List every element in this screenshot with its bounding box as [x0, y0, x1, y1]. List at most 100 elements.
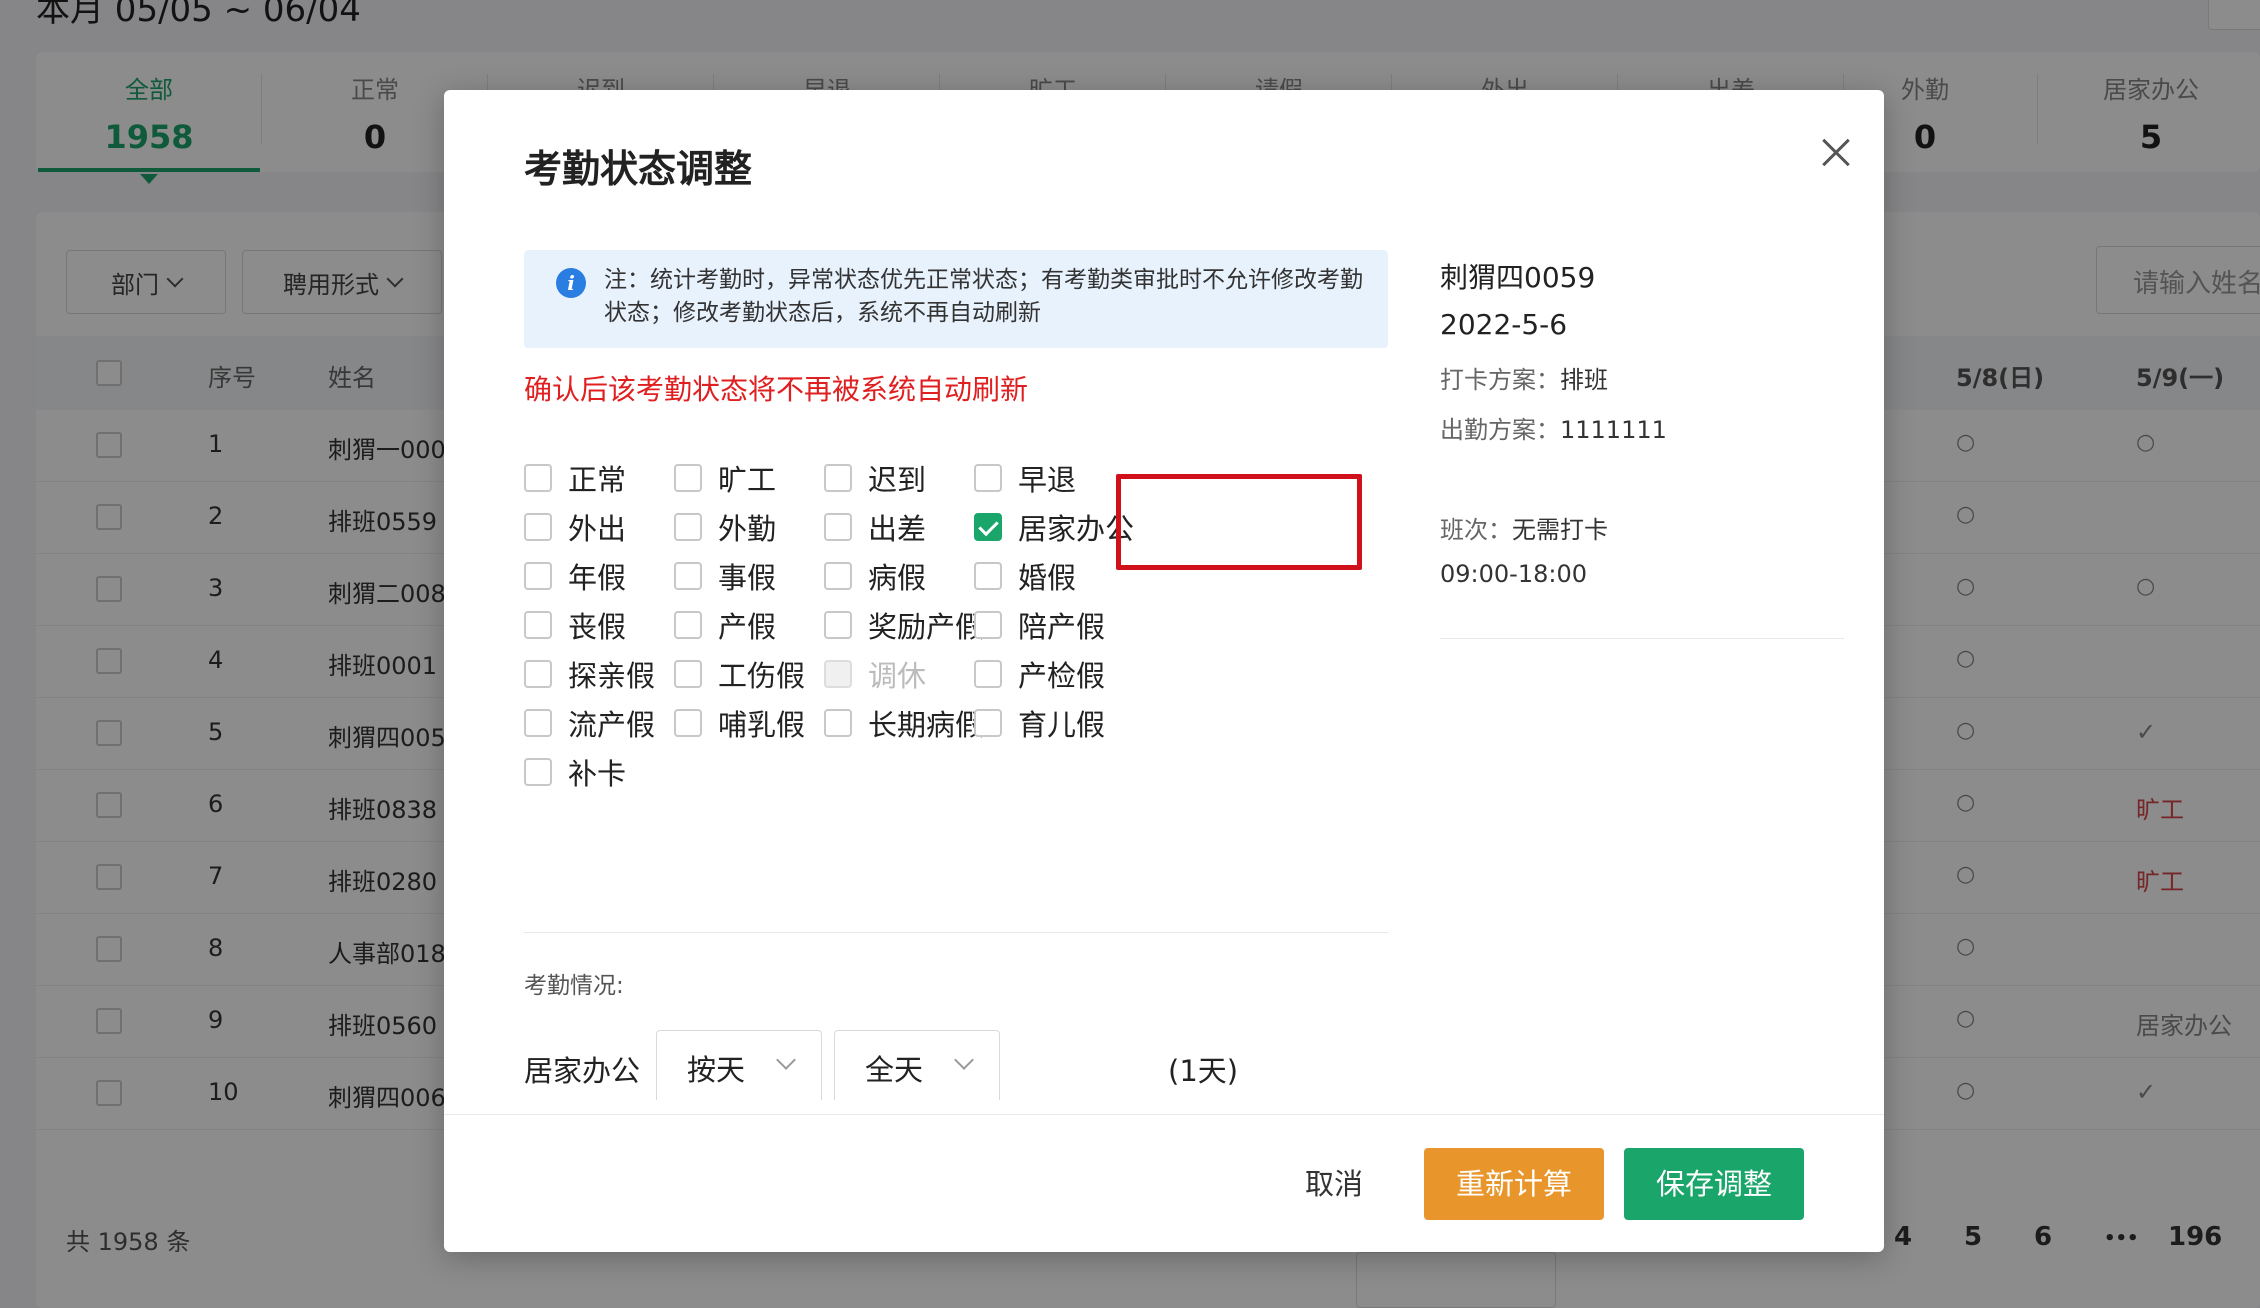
- attendance-adjust-dialog: 考勤状态调整 i 注：统计考勤时，异常状态优先正常状态；有考勤类审批时不允许修改…: [444, 90, 1884, 1252]
- status-option[interactable]: 奖励产假: [824, 603, 984, 647]
- status-option[interactable]: 事假: [674, 554, 776, 598]
- status-option-label: 正常: [568, 463, 627, 497]
- status-option-label: 补卡: [568, 757, 627, 791]
- status-option[interactable]: 迟到: [824, 456, 926, 500]
- status-option[interactable]: 旷工: [674, 456, 776, 500]
- status-option[interactable]: 外勤: [674, 505, 776, 549]
- checkbox-icon[interactable]: [974, 562, 1002, 590]
- status-option-label: 哺乳假: [718, 708, 806, 742]
- checkbox-icon[interactable]: [974, 611, 1002, 639]
- status-option[interactable]: 外出: [524, 505, 626, 549]
- status-option[interactable]: 流产假: [524, 701, 655, 745]
- checkbox-icon[interactable]: [674, 709, 702, 737]
- status-option-label: 长期病假: [868, 708, 985, 742]
- checkbox-icon[interactable]: [824, 464, 852, 492]
- checkbox-icon[interactable]: [524, 758, 552, 786]
- selection-highlight-box: [1116, 474, 1362, 570]
- status-option-label: 丧假: [568, 610, 627, 644]
- shift-info: 班次：无需打卡: [1440, 516, 1608, 544]
- clock-plan: 打卡方案：排班: [1440, 366, 1608, 394]
- close-icon[interactable]: [1814, 130, 1858, 174]
- status-option-label: 旷工: [718, 463, 777, 497]
- checkbox-icon[interactable]: [974, 660, 1002, 688]
- period-select[interactable]: 全天: [834, 1030, 1000, 1100]
- checkbox-icon[interactable]: [524, 464, 552, 492]
- checkbox-icon[interactable]: [524, 709, 552, 737]
- status-option[interactable]: 年假: [524, 554, 626, 598]
- cancel-button[interactable]: 取消: [1264, 1148, 1404, 1220]
- checkbox-icon[interactable]: [674, 513, 702, 541]
- status-option-label: 产假: [718, 610, 777, 644]
- checkbox-icon[interactable]: [524, 513, 552, 541]
- status-option-label: 工伤假: [718, 659, 806, 693]
- info-icon: i: [556, 268, 586, 298]
- footer-divider: [444, 1114, 1884, 1115]
- status-option-label: 病假: [868, 561, 927, 595]
- status-option-label: 育儿假: [1018, 708, 1106, 742]
- status-option-label: 调休: [868, 659, 927, 693]
- status-option[interactable]: 长期病假: [824, 701, 984, 745]
- status-option-label: 出差: [868, 512, 927, 546]
- status-option[interactable]: 居家办公: [974, 505, 1134, 549]
- checkbox-icon[interactable]: [524, 562, 552, 590]
- checkbox-icon[interactable]: [824, 513, 852, 541]
- status-option-label: 年假: [568, 561, 627, 595]
- status-option-label: 奖励产假: [868, 610, 985, 644]
- status-option[interactable]: 正常: [524, 456, 626, 500]
- divider: [524, 932, 1388, 933]
- status-option-label: 探亲假: [568, 659, 656, 693]
- attendance-days: (1天): [1168, 1054, 1239, 1088]
- checkbox-icon[interactable]: [974, 464, 1002, 492]
- checkbox-icon[interactable]: [824, 611, 852, 639]
- checkbox-icon[interactable]: [674, 562, 702, 590]
- checkbox-icon: [824, 660, 852, 688]
- notice-banner: i 注：统计考勤时，异常状态优先正常状态；有考勤类审批时不允许修改考勤状态；修改…: [524, 250, 1388, 348]
- attendance-section-label: 考勤情况:: [524, 973, 624, 999]
- status-option[interactable]: 早退: [974, 456, 1076, 500]
- recalculate-button[interactable]: 重新计算: [1424, 1148, 1604, 1220]
- status-option-label: 事假: [718, 561, 777, 595]
- status-option[interactable]: 探亲假: [524, 652, 655, 696]
- status-option[interactable]: 陪产假: [974, 603, 1105, 647]
- status-option-label: 陪产假: [1018, 610, 1106, 644]
- checkbox-icon[interactable]: [524, 660, 552, 688]
- unit-select[interactable]: 按天: [656, 1030, 822, 1100]
- status-option[interactable]: 产检假: [974, 652, 1105, 696]
- status-option[interactable]: 婚假: [974, 554, 1076, 598]
- status-option[interactable]: 工伤假: [674, 652, 805, 696]
- status-option: 调休: [824, 652, 926, 696]
- status-option-label: 早退: [1018, 463, 1077, 497]
- status-option[interactable]: 出差: [824, 505, 926, 549]
- status-option-label: 迟到: [868, 463, 927, 497]
- dialog-title: 考勤状态调整: [524, 147, 753, 191]
- attendance-type-label: 居家办公: [524, 1054, 641, 1088]
- checkbox-icon[interactable]: [674, 611, 702, 639]
- status-option[interactable]: 补卡: [524, 750, 626, 794]
- attendance-plan: 出勤方案：1111111: [1440, 416, 1667, 444]
- status-option-label: 产检假: [1018, 659, 1106, 693]
- attendance-date: 2022-5-6: [1440, 308, 1568, 341]
- status-option-label: 流产假: [568, 708, 656, 742]
- checkbox-icon[interactable]: [824, 709, 852, 737]
- checkbox-icon[interactable]: [674, 660, 702, 688]
- status-option-label: 婚假: [1018, 561, 1077, 595]
- status-option-label: 外勤: [718, 512, 777, 546]
- employee-name: 刺猬四0059: [1440, 261, 1596, 294]
- notice-text: 注：统计考勤时，异常状态优先正常状态；有考勤类审批时不允许修改考勤状态；修改考勤…: [604, 267, 1363, 326]
- chevron-down-icon: [776, 1050, 796, 1070]
- checkbox-checked-icon[interactable]: [974, 513, 1002, 541]
- checkbox-icon[interactable]: [824, 562, 852, 590]
- chevron-down-icon: [954, 1050, 974, 1070]
- checkbox-icon[interactable]: [974, 709, 1002, 737]
- checkbox-icon[interactable]: [524, 611, 552, 639]
- shift-time: 09:00-18:00: [1440, 560, 1587, 588]
- status-option[interactable]: 丧假: [524, 603, 626, 647]
- save-adjustment-button[interactable]: 保存调整: [1624, 1148, 1804, 1220]
- status-option[interactable]: 哺乳假: [674, 701, 805, 745]
- info-divider: [1440, 638, 1844, 639]
- status-option[interactable]: 育儿假: [974, 701, 1105, 745]
- status-option-label: 外出: [568, 512, 627, 546]
- status-option[interactable]: 产假: [674, 603, 776, 647]
- checkbox-icon[interactable]: [674, 464, 702, 492]
- status-option[interactable]: 病假: [824, 554, 926, 598]
